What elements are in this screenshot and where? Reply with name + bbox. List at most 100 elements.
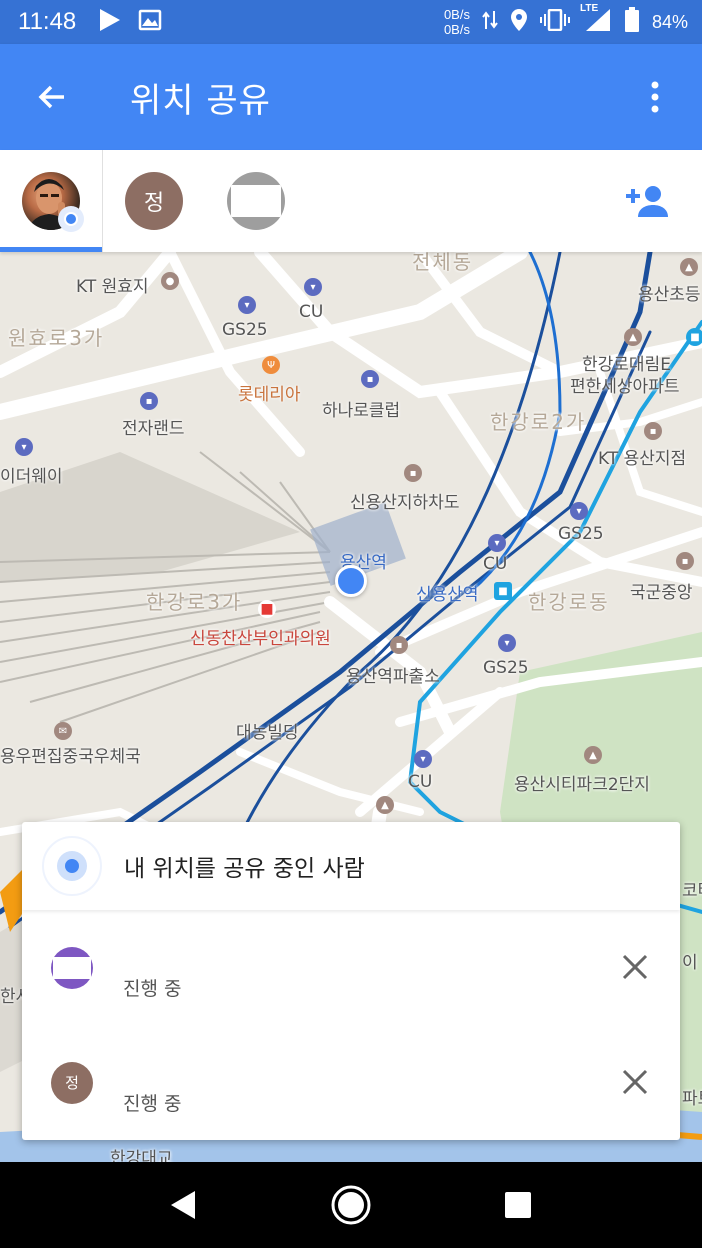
shopping-cart-icon: ▾	[414, 750, 432, 768]
add-person-button[interactable]	[616, 171, 676, 231]
redacted-avatar	[231, 185, 281, 217]
mail-icon: ✉	[54, 722, 72, 740]
redacted-name	[123, 1049, 231, 1079]
stop-sharing-button[interactable]	[618, 1065, 652, 1099]
play-icon	[96, 7, 122, 37]
close-icon	[622, 954, 648, 980]
shopping-cart-icon: ▾	[498, 634, 516, 652]
person-tab-jeong[interactable]: 정	[103, 150, 205, 252]
map-label: 신용산역	[416, 585, 479, 605]
close-icon	[622, 1069, 648, 1095]
person-tab-blank[interactable]	[205, 150, 307, 252]
map-label: 한강로3가	[146, 590, 243, 614]
avatar	[227, 172, 285, 230]
nav-home-icon	[331, 1185, 371, 1225]
list-item[interactable]: 정 진행 중	[22, 1025, 680, 1140]
person-add-icon	[626, 186, 668, 217]
stop-sharing-button[interactable]	[618, 950, 652, 984]
building-icon: ▪	[404, 464, 422, 482]
nav-back-button[interactable]	[154, 1175, 214, 1235]
home-icon: ▲	[624, 328, 642, 346]
sharing-status: 진행 중	[123, 978, 182, 1000]
nav-recents-icon	[505, 1192, 532, 1218]
school-icon: ▲	[376, 796, 394, 814]
data-transfer-icon	[482, 9, 498, 36]
shopping-cart-icon: ▾	[304, 278, 322, 296]
net-speed: 0B/s 0B/s	[444, 7, 470, 37]
redacted-avatar	[53, 956, 91, 979]
my-location-marker[interactable]	[335, 565, 367, 597]
nav-home-button[interactable]	[321, 1175, 381, 1235]
map-label: 이더웨이	[0, 467, 63, 487]
vibrate-icon	[539, 8, 570, 36]
redacted-name	[123, 934, 211, 964]
status-bar: 11:48 0B/s 0B/s LTE 84%	[0, 0, 702, 44]
battery-percent: 84%	[651, 11, 688, 32]
avatar: 정	[51, 1061, 93, 1104]
map-label: 대농빌딩	[236, 723, 299, 743]
map-label: 코타	[682, 881, 702, 901]
signal-icon: LTE	[580, 3, 612, 38]
map-label: 한강대교	[110, 1149, 173, 1162]
map-label: CU	[408, 772, 433, 792]
nav-recents-button[interactable]	[488, 1175, 548, 1235]
home-icon: ▲	[584, 746, 602, 764]
shopping-cart-icon: ▾	[570, 502, 588, 520]
arrow-back-icon	[38, 85, 64, 109]
person-tab-self[interactable]	[0, 150, 102, 252]
map-label: GS25	[558, 524, 604, 544]
list-item[interactable]: 진행 중	[22, 910, 680, 1025]
map-label: 편한세상아파트	[570, 377, 680, 397]
back-button[interactable]	[22, 67, 82, 127]
sharing-status: 진행 중	[123, 1093, 182, 1115]
poi-marker-icon: ●	[161, 272, 179, 290]
page-title: 위치 공유	[130, 80, 271, 121]
people-bar: 정	[0, 150, 702, 252]
shopping-bag-icon: ▪	[140, 392, 158, 410]
school-icon: ▲	[680, 258, 698, 276]
sharing-panel-title: 내 위치를 공유 중인 사람	[124, 856, 365, 882]
avatar	[51, 946, 93, 989]
map-label: 한강로동	[528, 590, 610, 614]
map-label: 용산역파출소	[346, 667, 440, 687]
map-label: 전자랜드	[122, 419, 185, 439]
transit-icon: ■	[686, 328, 702, 346]
sharing-panel-header: 내 위치를 공유 중인 사람	[22, 822, 680, 910]
map-label: KT 용산지점	[598, 449, 687, 469]
shopping-cart-icon: ▾	[238, 296, 256, 314]
map-label: 롯데리아	[238, 385, 301, 405]
map-label: 하나로클럽	[322, 401, 401, 421]
status-time: 11:48	[18, 8, 77, 35]
avatar: 정	[125, 172, 183, 230]
map-label: 한강로2가	[490, 410, 587, 434]
shopping-bag-icon: ▪	[361, 370, 379, 388]
app-bar: 위치 공유	[0, 44, 702, 150]
map-label: 원효로3가	[8, 326, 105, 350]
map-label: 신동찬산부인과의원	[190, 629, 331, 649]
police-icon: ▪	[390, 636, 408, 654]
museum-icon: ▪	[676, 552, 694, 570]
map-label: 용산초등	[638, 285, 701, 305]
building-icon: ▪	[644, 422, 662, 440]
network-type: LTE	[579, 2, 599, 14]
shopping-cart-icon: ▾	[15, 438, 33, 456]
restaurant-icon: Ψ	[262, 356, 280, 374]
location-icon	[510, 8, 528, 37]
battery-icon	[624, 6, 640, 38]
self-location-badge	[58, 206, 84, 232]
image-icon	[138, 8, 162, 36]
map-label: 신용산지하차도	[350, 493, 460, 513]
more-options-button[interactable]	[630, 67, 680, 127]
map-label: 이	[682, 953, 698, 973]
system-nav-bar	[0, 1162, 702, 1248]
map-label: 용우편집중국우체국	[0, 747, 141, 767]
bus-icon: ■	[494, 582, 512, 600]
sharing-panel: 내 위치를 공유 중인 사람 진행 중 정 진행 중	[22, 822, 680, 1140]
map-label: CU	[483, 554, 508, 574]
nav-back-icon	[170, 1191, 195, 1219]
map-label: KT 원효지	[76, 277, 149, 297]
map-label: GS25	[483, 658, 529, 678]
more-vert-icon	[651, 81, 659, 113]
net-down: 0B/s	[443, 22, 470, 37]
map-label: GS25	[222, 320, 268, 340]
